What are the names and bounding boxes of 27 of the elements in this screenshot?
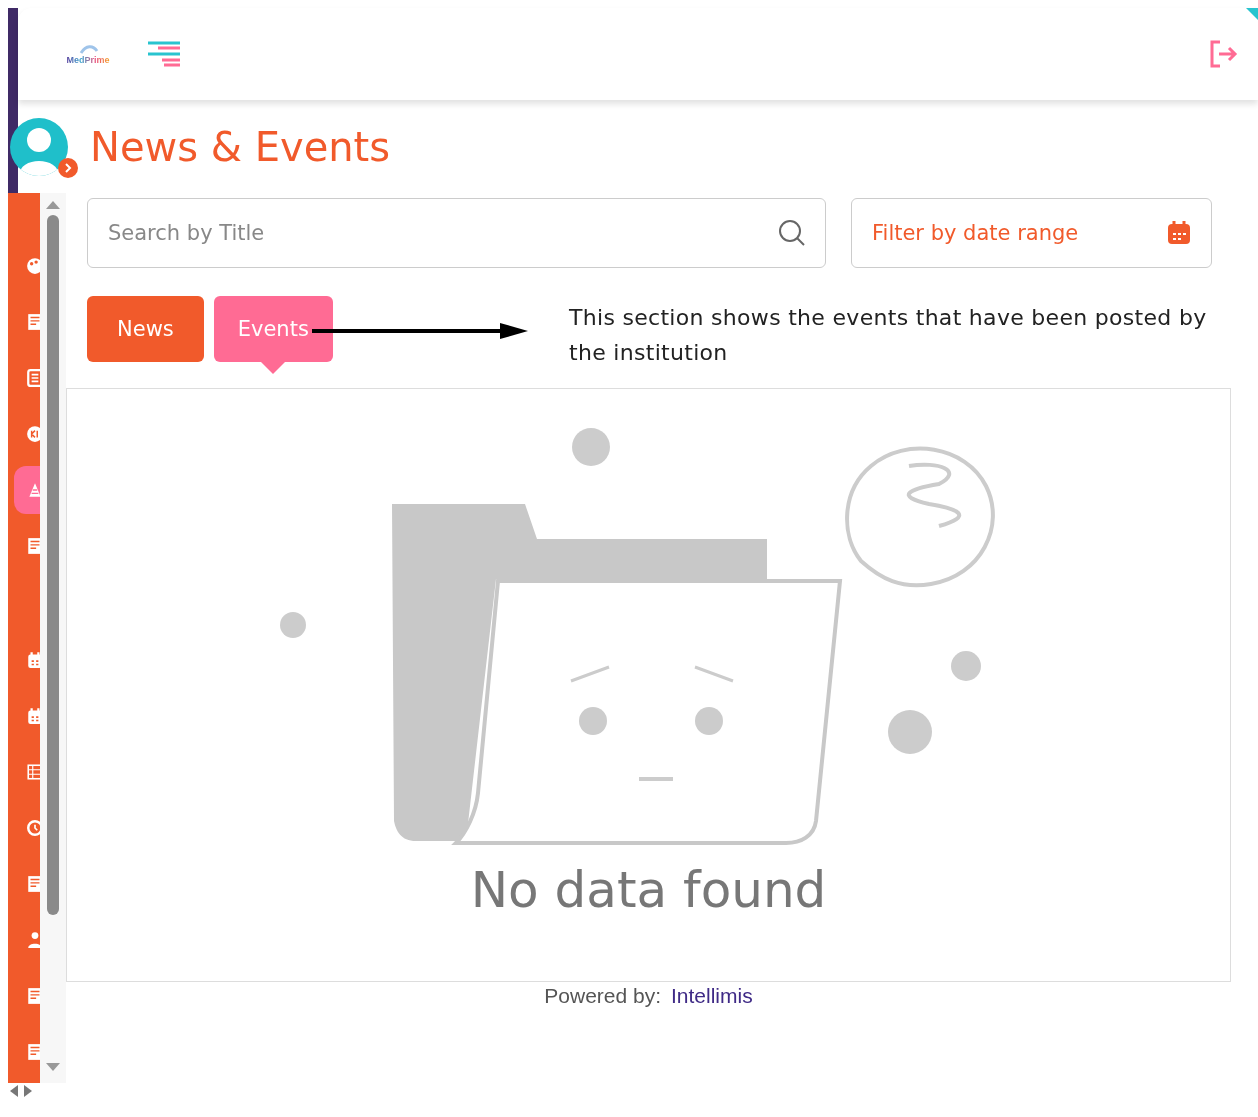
person-icon bbox=[26, 931, 40, 949]
corner-accent bbox=[1246, 8, 1258, 20]
search-icon bbox=[778, 219, 806, 247]
scroll-down-icon[interactable] bbox=[46, 1063, 60, 1071]
search-field[interactable]: Search by Title bbox=[87, 198, 826, 268]
scroll-right-icon[interactable] bbox=[24, 1085, 32, 1097]
expand-icon[interactable] bbox=[58, 158, 78, 178]
party-hat-icon bbox=[26, 481, 40, 499]
annotation-text: This section shows the events that have been posted by the institution bbox=[569, 304, 1208, 367]
scroll-up-icon[interactable] bbox=[46, 201, 60, 209]
footer-label: Powered by: bbox=[544, 984, 661, 1008]
calendar-icon bbox=[1167, 221, 1191, 245]
table-icon bbox=[26, 763, 40, 781]
footer-brand-link[interactable]: Intellimis bbox=[671, 984, 753, 1008]
menu-icon[interactable] bbox=[148, 41, 180, 67]
tab-pointer bbox=[261, 362, 286, 374]
app-logo: MedPrime bbox=[58, 43, 118, 65]
date-range-filter[interactable]: Filter by date range bbox=[851, 198, 1212, 268]
tab[interactable]: Events bbox=[213, 296, 333, 362]
logout-icon[interactable] bbox=[1208, 39, 1238, 69]
sidebar-item[interactable] bbox=[14, 466, 40, 514]
empty-state-message: No data found bbox=[470, 861, 827, 919]
tab[interactable]: News bbox=[87, 296, 204, 362]
scroll-left-icon[interactable] bbox=[10, 1085, 18, 1097]
clock-icon bbox=[26, 819, 40, 837]
page-title: News & Events bbox=[90, 123, 391, 170]
list-icon bbox=[26, 369, 40, 387]
